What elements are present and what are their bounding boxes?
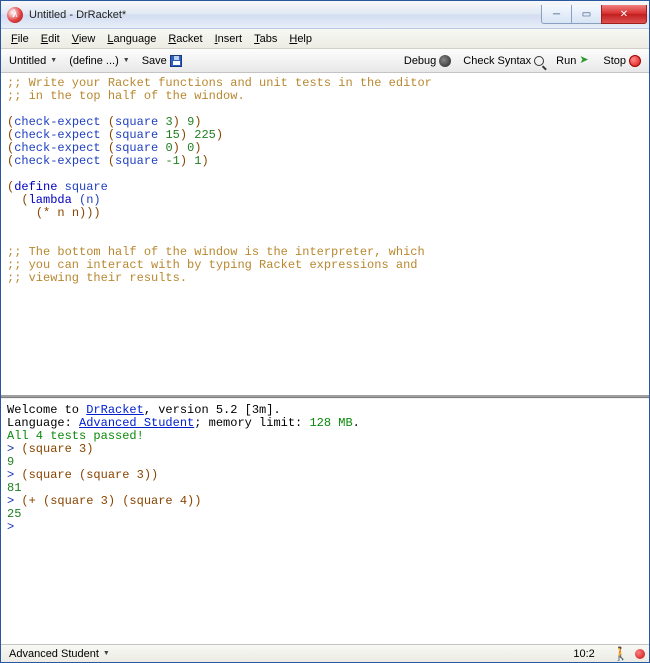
menu-racket[interactable]: Racket xyxy=(162,31,208,47)
minimize-button[interactable]: ─ xyxy=(541,5,571,24)
titlebar[interactable]: λ Untitled - DrRacket* ─ ▭ ✕ xyxy=(1,1,649,29)
menu-view[interactable]: View xyxy=(66,31,102,47)
language-selector[interactable]: Advanced Student▼ xyxy=(5,646,114,662)
debug-button[interactable]: Debug xyxy=(400,53,455,69)
statusbar: Advanced Student▼ 10:2 🚶 xyxy=(1,644,649,662)
running-man-icon: 🚶 xyxy=(613,647,629,660)
maximize-button[interactable]: ▭ xyxy=(571,5,601,24)
cursor-position: 10:2 xyxy=(573,648,594,660)
menu-tabs[interactable]: Tabs xyxy=(248,31,283,47)
menu-insert[interactable]: Insert xyxy=(209,31,249,47)
save-button[interactable]: Save xyxy=(138,53,186,69)
menu-file[interactable]: File xyxy=(5,31,35,47)
bug-icon xyxy=(439,55,451,67)
magnifier-icon xyxy=(534,56,544,66)
menu-edit[interactable]: Edit xyxy=(35,31,66,47)
interactions-pane[interactable]: Welcome to DrRacket, version 5.2 [3m]. L… xyxy=(1,400,649,644)
check-syntax-button[interactable]: Check Syntax xyxy=(459,53,548,69)
menubar: File Edit View Language Racket Insert Ta… xyxy=(1,29,649,49)
window-title: Untitled - DrRacket* xyxy=(29,9,541,21)
toolbar: Untitled▼ (define ...)▼ Save Debug Check… xyxy=(1,49,649,73)
stop-button[interactable]: Stop xyxy=(599,53,645,69)
floppy-icon xyxy=(170,55,182,67)
run-icon xyxy=(579,55,591,67)
definitions-pane[interactable]: ;; Write your Racket functions and unit … xyxy=(1,73,649,397)
app-window: λ Untitled - DrRacket* ─ ▭ ✕ File Edit V… xyxy=(0,0,650,663)
menu-language[interactable]: Language xyxy=(101,31,162,47)
gc-indicator[interactable] xyxy=(635,649,645,659)
app-icon: λ xyxy=(7,7,23,23)
file-dropdown[interactable]: Untitled▼ xyxy=(5,53,61,69)
close-button[interactable]: ✕ xyxy=(601,5,647,24)
stop-icon xyxy=(629,55,641,67)
definitions-dropdown[interactable]: (define ...)▼ xyxy=(65,53,133,69)
run-button[interactable]: Run xyxy=(552,53,595,69)
menu-help[interactable]: Help xyxy=(283,31,318,47)
